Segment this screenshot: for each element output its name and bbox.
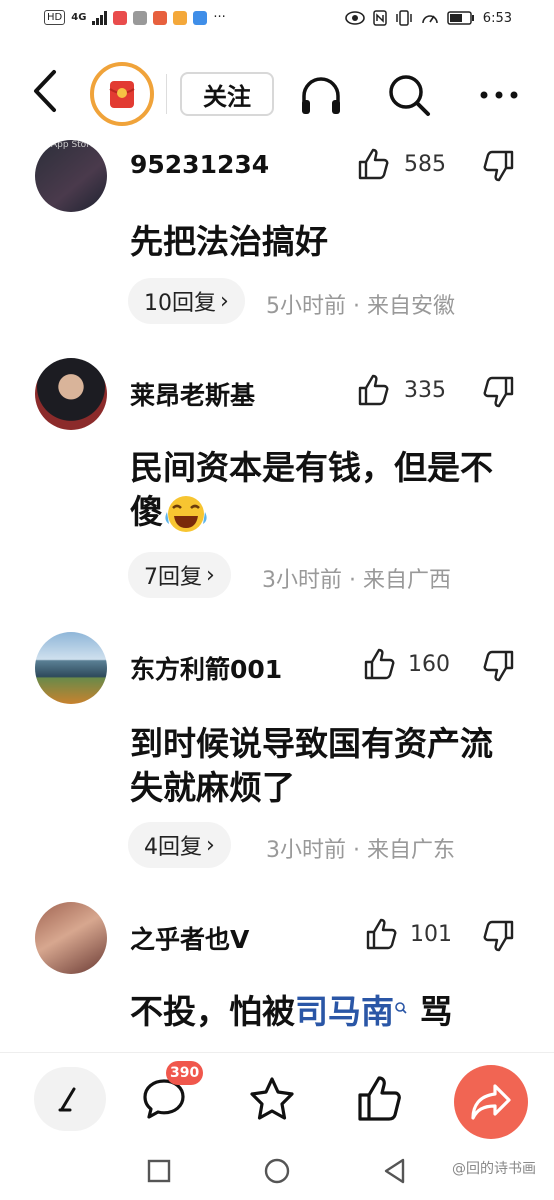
share-button[interactable] — [454, 1065, 528, 1139]
replies-count: 10回复 — [144, 291, 216, 316]
nav-divider — [166, 74, 167, 114]
write-icon — [58, 1087, 76, 1112]
like-icon[interactable] — [364, 916, 400, 952]
comment-text: 先把法治搞好 — [130, 222, 328, 261]
comment-username[interactable]: 95231234 — [130, 150, 269, 179]
replies-button[interactable]: 4回复 › — [128, 822, 231, 868]
chevron-right-icon: › — [220, 288, 229, 314]
comment-text: 不投，怕被司马南 骂 — [130, 990, 530, 1034]
user-avatar[interactable] — [35, 358, 107, 430]
more-status-icon: ··· — [213, 10, 226, 25]
network-label: 4G — [71, 12, 87, 23]
comment-username[interactable]: 莱昂老斯基 — [130, 376, 255, 412]
more-icon[interactable] — [474, 70, 524, 120]
square-icon[interactable] — [144, 1156, 174, 1186]
like-count: 101 — [410, 922, 452, 947]
circle-icon[interactable] — [262, 1156, 292, 1186]
dislike-icon[interactable] — [480, 374, 516, 410]
comment-text: 民间资本是有钱，但是不傻 — [130, 446, 500, 534]
dislike-icon[interactable] — [480, 148, 516, 184]
status-right: 6:53 — [344, 10, 512, 26]
comment-text-after: 骂 — [408, 992, 453, 1031]
like-icon[interactable] — [356, 146, 392, 182]
comment-username[interactable]: 东方利箭001 — [130, 650, 282, 686]
comment-text: 到时候说导致国有资产流失就麻烦了 — [130, 724, 493, 807]
replies-count: 7回复 — [144, 565, 202, 590]
comment-meta: 3小时前 · 来自广东 — [266, 838, 455, 863]
search-icon[interactable] — [384, 70, 434, 120]
like-count: 335 — [404, 378, 446, 403]
search-small-icon[interactable] — [394, 1001, 408, 1027]
dislike-icon[interactable] — [480, 918, 516, 954]
thumbs-up-icon — [358, 1076, 401, 1121]
comment-count-badge: 390 — [166, 1061, 204, 1085]
app-icon-1 — [113, 10, 128, 25]
chevron-right-icon: › — [206, 562, 215, 588]
write-comment-button[interactable] — [34, 1067, 106, 1131]
hd-badge: HD — [44, 10, 66, 25]
like-article-button[interactable] — [344, 1067, 416, 1131]
replies-count: 4回复 — [144, 835, 202, 860]
dislike-icon[interactable] — [480, 648, 516, 684]
favorite-button[interactable] — [236, 1067, 308, 1131]
avatar-label: App Store — [51, 140, 96, 150]
app-icon-5 — [193, 10, 208, 25]
follow-button[interactable]: 关注 — [180, 72, 274, 116]
signal-icon — [92, 10, 108, 25]
vibrate-icon — [396, 10, 412, 26]
app-icon-2 — [133, 10, 148, 25]
user-avatar[interactable] — [35, 632, 107, 704]
user-avatar[interactable] — [35, 902, 107, 974]
user-avatar[interactable]: App Store — [35, 140, 107, 212]
replies-button[interactable]: 10回复 › — [128, 278, 245, 324]
mention-link[interactable]: 司马南 — [295, 992, 394, 1031]
system-nav-bar: @回的诗书画 — [0, 1144, 554, 1200]
comment-meta: 3小时前 · 来自广西 — [262, 568, 451, 593]
app-icon-4 — [173, 10, 188, 25]
speedometer-icon — [421, 15, 438, 24]
back-icon[interactable] — [24, 66, 68, 116]
red-envelope-icon — [99, 71, 145, 117]
headphones-icon[interactable] — [296, 70, 346, 120]
author-avatar[interactable] — [90, 62, 154, 126]
like-icon[interactable] — [362, 646, 398, 682]
star-icon — [250, 1077, 294, 1120]
chevron-right-icon: › — [206, 832, 215, 858]
comment-meta: 5小时前 · 来自安徽 — [266, 294, 455, 319]
nav-header: 关注 — [0, 52, 554, 138]
bottom-action-bar: 390 — [0, 1052, 554, 1144]
watermark: @回的诗书画 — [452, 1161, 536, 1177]
comment-text-before: 不投，怕被 — [130, 992, 295, 1031]
triangle-back-icon[interactable] — [380, 1156, 410, 1186]
like-icon[interactable] — [356, 372, 392, 408]
crying-laughing-emoji — [165, 495, 207, 532]
replies-button[interactable]: 7回复 › — [128, 552, 231, 598]
status-time: 6:53 — [482, 10, 512, 26]
like-count: 585 — [404, 152, 446, 177]
eye-icon — [344, 11, 365, 25]
share-icon — [471, 1084, 511, 1120]
status-bar: HD 4G ··· 6:53 — [0, 0, 554, 40]
app-icon-3 — [153, 10, 168, 25]
battery-icon — [447, 11, 474, 25]
like-count: 160 — [408, 652, 450, 677]
comment-username[interactable]: 之乎者也V — [130, 920, 249, 956]
status-left: HD 4G ··· — [44, 10, 226, 25]
nfc-icon — [373, 10, 387, 26]
